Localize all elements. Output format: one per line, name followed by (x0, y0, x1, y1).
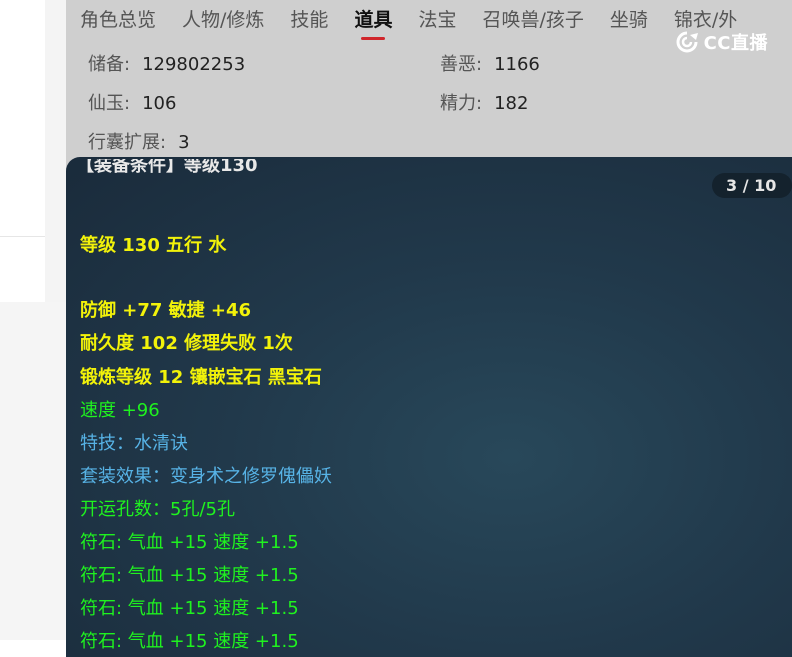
energy-stat: 精力: 182 (440, 89, 528, 115)
attr-line: 符石: 气血 +15 速度 +1.5 (80, 532, 299, 553)
top-area: 角色总览 人物/修炼 技能 道具 法宝 召唤兽/孩子 坐骑 锦衣/外 CC直播 … (66, 0, 792, 170)
tab-summons[interactable]: 召唤兽/孩子 (482, 6, 583, 34)
attr-line: 开运孔数：5孔/5孔 (80, 499, 235, 520)
energy-value: 182 (494, 93, 529, 114)
jade-value: 106 (142, 93, 177, 114)
tab-bar: 角色总览 人物/修炼 技能 道具 法宝 召唤兽/孩子 坐骑 锦衣/外 (80, 6, 763, 34)
bag-stat: 行囊扩展: 3 (88, 128, 190, 154)
goodevil-value: 1166 (494, 54, 540, 75)
tooltip-header: 【装备条件】等级130 (76, 157, 258, 176)
tab-mounts[interactable]: 坐骑 (610, 6, 648, 34)
bag-value: 3 (178, 132, 190, 153)
energy-label: 精力: (440, 93, 483, 114)
tab-treasure[interactable]: 法宝 (418, 6, 456, 34)
attr-line: 速度 +96 (80, 400, 160, 421)
tab-skills[interactable]: 技能 (290, 6, 328, 34)
cc-logo-icon (676, 31, 698, 53)
left-strip (45, 0, 66, 302)
attr-line: 符石: 气血 +15 速度 +1.5 (80, 565, 299, 586)
attr-line: 等级 130 五行 水 (80, 235, 227, 256)
attr-line: 特技：水清诀 (80, 433, 188, 454)
reserve-value: 129802253 (142, 54, 246, 75)
tab-character[interactable]: 人物/修炼 (182, 6, 264, 34)
logo-text: CC直播 (703, 33, 768, 54)
goodevil-label: 善恶: (440, 54, 483, 75)
attr-line: 耐久度 102 修理失败 1次 (80, 333, 293, 354)
tab-items[interactable]: 道具 (354, 6, 392, 34)
tab-overview[interactable]: 角色总览 (80, 6, 156, 34)
cc-live-logo: CC直播 (674, 28, 768, 56)
attr-line: 套装效果：变身术之修罗傀儡妖 (80, 466, 332, 487)
item-tooltip: 【装备条件】等级130 3 / 10 等级 130 五行 水 防御 +77 敏捷… (66, 157, 792, 657)
bag-label: 行囊扩展: (88, 132, 167, 153)
tooltip-pager[interactable]: 3 / 10 (712, 173, 792, 198)
reserve-label: 储备: (88, 54, 131, 75)
attr-line: 符石: 气血 +15 速度 +1.5 (80, 598, 299, 619)
goodevil-stat: 善恶: 1166 (440, 50, 540, 76)
attr-line: 防御 +77 敏捷 +46 (80, 300, 252, 321)
left-background (0, 302, 66, 640)
jade-label: 仙玉: (88, 93, 131, 114)
reserve-stat: 储备: 129802253 (88, 50, 245, 76)
left-divider (0, 236, 45, 237)
left-panel (0, 0, 46, 302)
jade-stat: 仙玉: 106 (88, 89, 176, 115)
attr-line: 符石: 气血 +15 速度 +1.5 (80, 631, 299, 652)
attr-line: 锻炼等级 12 镶嵌宝石 黑宝石 (80, 367, 322, 388)
